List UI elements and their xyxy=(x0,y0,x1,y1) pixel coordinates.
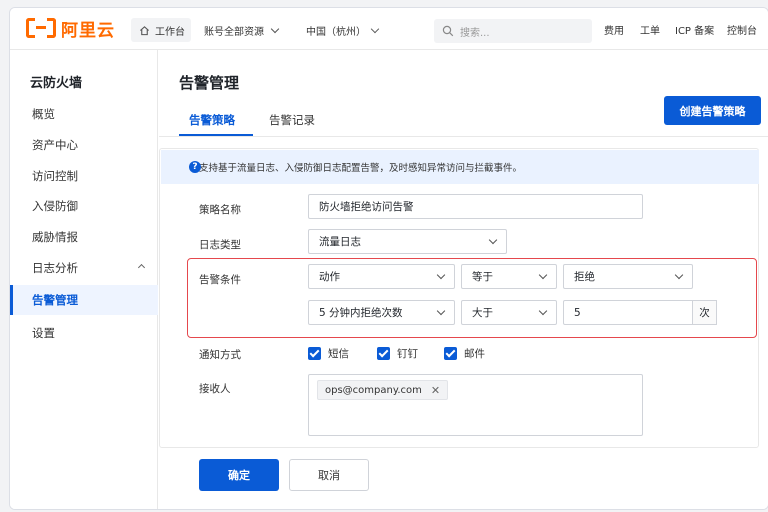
notify-email-checkbox[interactable]: 邮件 xyxy=(444,346,485,361)
sidebar-item-alert-management[interactable]: 告警管理 xyxy=(10,285,158,315)
search-placeholder: 搜索... xyxy=(460,27,490,39)
cancel-button[interactable]: 取消 xyxy=(289,459,369,491)
threshold-operator-value: 大于 xyxy=(472,307,493,319)
condition-value: 拒绝 xyxy=(574,271,595,283)
info-banner: ? 支持基于流量日志、入侵防御日志配置告警，及时感知异常访问与拦截事件。 xyxy=(161,150,759,184)
sidebar-item-settings[interactable]: 设置 xyxy=(10,318,158,348)
condition-field-value: 动作 xyxy=(319,271,340,283)
condition-operator-select[interactable]: 等于 xyxy=(461,264,557,289)
condition-operator-value: 等于 xyxy=(472,271,493,283)
policy-name-value: 防火墙拒绝访问告警 xyxy=(319,201,414,213)
workbench-label: 工作台 xyxy=(155,26,185,38)
sidebar: 云防火墙 概览 资产中心 访问控制 入侵防御 威胁情报 日志分析 告警管理 设置 xyxy=(10,50,158,509)
sidebar-item-threat-intel[interactable]: 威胁情报 xyxy=(10,222,158,252)
icp-link[interactable]: ICP 备案 xyxy=(675,22,714,37)
region-selector-label: 中国（杭州） xyxy=(306,26,366,38)
checkbox-checked-icon xyxy=(377,347,390,360)
notify-method-label: 通知方式 xyxy=(199,349,241,361)
chevron-down-icon xyxy=(436,270,446,280)
page-title: 告警管理 xyxy=(179,74,240,92)
threshold-value: 5 xyxy=(574,306,581,319)
main-content: 告警管理 创建告警策略 告警策略 告警记录 ? 支持基于流量日志、入侵防御日志配… xyxy=(159,50,768,509)
logo-text: 阿里云 xyxy=(61,20,115,41)
sidebar-item-intrusion-prevention[interactable]: 入侵防御 xyxy=(10,191,158,221)
resource-selector[interactable]: 账号全部资源 xyxy=(196,18,288,42)
sidebar-item-access-control[interactable]: 访问控制 xyxy=(10,161,158,191)
notify-sms-label: 短信 xyxy=(328,348,349,360)
console-link[interactable]: 控制台 xyxy=(727,22,757,37)
workbench-button[interactable]: 工作台 xyxy=(131,18,191,42)
threshold-field-select[interactable]: 5 分钟内拒绝次数 xyxy=(308,300,455,325)
region-selector[interactable]: 中国（杭州） xyxy=(298,18,380,42)
chevron-down-icon xyxy=(488,235,498,245)
alert-condition-label: 告警条件 xyxy=(199,274,241,286)
resource-selector-label: 账号全部资源 xyxy=(204,26,264,38)
log-type-label: 日志类型 xyxy=(199,239,241,251)
policy-name-input[interactable]: 防火墙拒绝访问告警 xyxy=(308,194,643,219)
chevron-up-icon xyxy=(137,263,146,272)
condition-field-select[interactable]: 动作 xyxy=(308,264,455,289)
search-icon xyxy=(442,25,454,37)
sidebar-item-label: 日志分析 xyxy=(32,261,78,275)
info-icon: ? xyxy=(189,161,201,173)
recipient-label: 接收人 xyxy=(199,383,231,395)
condition-value-select[interactable]: 拒绝 xyxy=(563,264,693,289)
checkbox-checked-icon xyxy=(308,347,321,360)
confirm-button[interactable]: 确定 xyxy=(199,459,279,491)
chevron-down-icon xyxy=(538,270,548,280)
log-type-value: 流量日志 xyxy=(319,236,361,248)
sidebar-title: 云防火墙 xyxy=(30,76,83,91)
notify-email-label: 邮件 xyxy=(464,348,485,360)
aliyun-logo[interactable]: 阿里云 xyxy=(26,17,115,41)
chevron-down-icon xyxy=(370,24,380,33)
app-window: 阿里云 工作台 账号全部资源 中国（杭州） 搜索... 费用 工单 ICP 备案… xyxy=(9,7,768,510)
recipient-input[interactable]: ops@company.com ✕ xyxy=(308,374,643,436)
aliyun-logo-icon xyxy=(26,18,56,38)
ticket-link[interactable]: 工单 xyxy=(640,22,660,37)
sidebar-item-assets[interactable]: 资产中心 xyxy=(10,130,158,160)
close-icon[interactable]: ✕ xyxy=(431,384,440,397)
notify-dingtalk-checkbox[interactable]: 钉钉 xyxy=(377,346,418,361)
info-text: 支持基于流量日志、入侵防御日志配置告警，及时感知异常访问与拦截事件。 xyxy=(199,163,523,174)
threshold-value-input[interactable]: 5 xyxy=(563,300,693,325)
tabs-divider xyxy=(159,136,768,137)
recipient-email: ops@company.com xyxy=(325,384,422,396)
home-icon xyxy=(140,25,149,35)
top-bar: 阿里云 工作台 账号全部资源 中国（杭州） 搜索... 费用 工单 ICP 备案… xyxy=(10,8,768,50)
threshold-field-value: 5 分钟内拒绝次数 xyxy=(319,307,403,319)
policy-name-label: 策略名称 xyxy=(199,204,241,216)
chevron-down-icon xyxy=(538,306,548,316)
search-input[interactable]: 搜索... xyxy=(434,19,592,43)
checkbox-checked-icon xyxy=(444,347,457,360)
create-policy-button[interactable]: 创建告警策略 xyxy=(664,96,761,125)
threshold-operator-select[interactable]: 大于 xyxy=(461,300,557,325)
chevron-down-icon xyxy=(674,270,684,280)
sidebar-item-log-analysis[interactable]: 日志分析 xyxy=(10,253,158,283)
threshold-unit: 次 xyxy=(693,300,717,325)
tab-alert-records[interactable]: 告警记录 xyxy=(269,112,315,128)
tab-alert-policy[interactable]: 告警策略 xyxy=(189,112,235,128)
billing-link[interactable]: 费用 xyxy=(604,22,624,37)
sidebar-item-overview[interactable]: 概览 xyxy=(10,99,158,129)
notify-sms-checkbox[interactable]: 短信 xyxy=(308,346,349,361)
recipient-tag: ops@company.com ✕ xyxy=(317,380,449,400)
chevron-down-icon xyxy=(270,24,280,33)
chevron-down-icon xyxy=(436,306,446,316)
log-type-select[interactable]: 流量日志 xyxy=(308,229,507,254)
notify-dingtalk-label: 钉钉 xyxy=(397,348,418,360)
